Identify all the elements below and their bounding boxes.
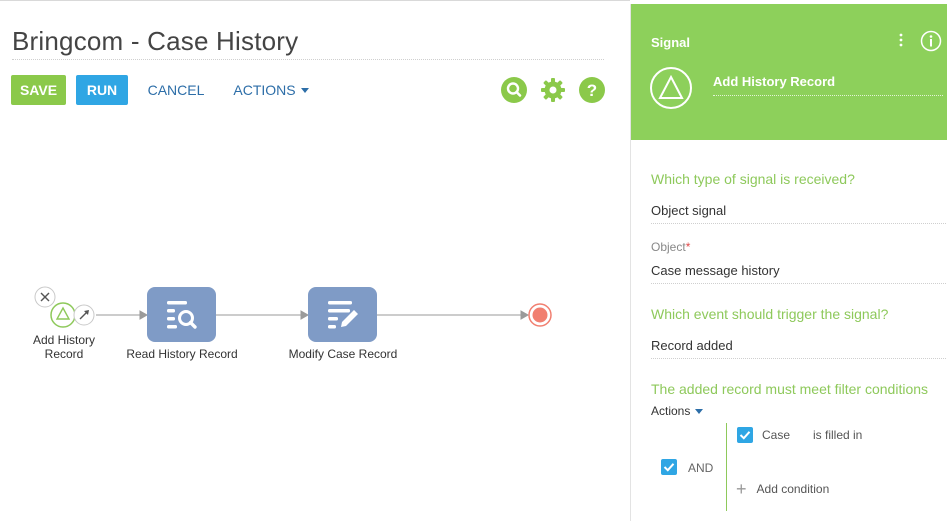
modify-data-icon xyxy=(328,301,358,329)
filter-question: The added record must meet filter condit… xyxy=(651,381,929,397)
object-field[interactable]: Case message history xyxy=(651,263,780,278)
condition-checkbox[interactable] xyxy=(737,427,753,443)
read-data-icon xyxy=(167,301,197,329)
gear-icon[interactable] xyxy=(540,77,566,103)
task-read-history-record[interactable] xyxy=(147,287,216,342)
signal-type-field[interactable]: Object signal xyxy=(651,203,726,218)
more-options-icon[interactable] xyxy=(897,32,905,48)
search-icon[interactable] xyxy=(501,77,527,103)
required-mark: * xyxy=(685,240,691,254)
filter-actions-menu[interactable]: Actions xyxy=(651,404,704,418)
plus-icon: + xyxy=(736,479,747,499)
start-node-label: Add History Record xyxy=(22,333,106,361)
panel-element-type: Signal xyxy=(651,35,691,50)
actions-menu-button[interactable]: ACTIONS xyxy=(226,75,316,105)
top-border xyxy=(0,0,630,4)
field-underline xyxy=(651,283,947,284)
filter-group-bracket xyxy=(726,423,727,511)
task-modify-label: Modify Case Record xyxy=(288,347,398,361)
caret-down-icon xyxy=(300,88,309,93)
save-button[interactable]: SAVE xyxy=(11,75,66,105)
signal-type-icon xyxy=(650,67,692,109)
element-name-field[interactable]: Add History Record xyxy=(713,74,835,89)
panel-header: Signal Add History Record xyxy=(631,4,947,140)
field-underline xyxy=(651,358,947,359)
run-button[interactable]: RUN xyxy=(76,75,128,105)
element-properties-panel: Signal Add History Record Which type of … xyxy=(630,4,947,521)
info-icon[interactable] xyxy=(920,30,942,52)
group-operator[interactable]: AND xyxy=(688,461,713,475)
start-signal-element[interactable] xyxy=(51,303,75,327)
actions-menu-label: ACTIONS xyxy=(233,82,296,98)
task-read-label: Read History Record xyxy=(126,347,238,361)
condition-operator[interactable]: is filled in xyxy=(813,428,862,442)
check-icon xyxy=(739,431,751,440)
page-title: Bringcom - Case History xyxy=(12,26,299,56)
group-checkbox[interactable] xyxy=(661,459,677,475)
check-icon xyxy=(663,463,675,472)
signal-type-question: Which type of signal is received? xyxy=(651,171,855,187)
condition-field[interactable]: Case xyxy=(762,428,790,442)
add-condition-label: Add condition xyxy=(756,482,830,496)
help-icon[interactable]: ? xyxy=(579,77,605,103)
event-question: Which event should trigger the signal? xyxy=(651,306,889,322)
title-underline xyxy=(12,59,604,60)
event-field[interactable]: Record added xyxy=(651,338,733,353)
end-event-element[interactable] xyxy=(529,304,551,326)
cancel-button[interactable]: CANCEL xyxy=(140,75,212,105)
element-name-underline xyxy=(713,95,943,96)
object-caption: Object* xyxy=(651,240,690,254)
object-caption-text: Object xyxy=(651,240,686,254)
start-node-label-line2: Record xyxy=(44,347,84,361)
add-condition-button[interactable]: + Add condition xyxy=(736,479,830,499)
field-underline xyxy=(651,223,947,224)
svg-text:?: ? xyxy=(587,81,597,100)
task-modify-case-record[interactable] xyxy=(308,287,377,342)
connect-node-button[interactable] xyxy=(74,305,94,325)
filter-actions-label: Actions xyxy=(651,404,691,418)
caret-down-icon xyxy=(695,409,704,414)
start-node-label-line1: Add History xyxy=(32,333,96,347)
